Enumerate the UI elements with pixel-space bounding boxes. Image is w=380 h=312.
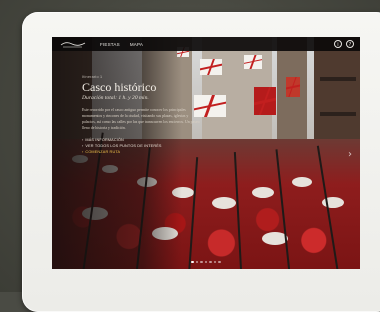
route-description: Este recorrido por el casco antiguo perm… — [82, 108, 200, 130]
start-route-link[interactable]: › Comenzar ruta — [82, 149, 202, 155]
arrow-right-icon: › — [82, 138, 84, 142]
info-icon[interactable]: i — [334, 40, 342, 48]
pagination-dot[interactable] — [213, 260, 217, 263]
chevron-right-icon[interactable]: › — [348, 149, 352, 160]
nav-item-mapa[interactable]: Mapa — [130, 42, 143, 47]
nav-item-fiestas[interactable]: Fiestas — [100, 42, 120, 47]
route-kicker: Itinerario 1 — [82, 75, 103, 79]
help-icon[interactable]: ? — [346, 40, 354, 48]
pagination-dot[interactable] — [218, 260, 221, 263]
pagination-dots — [52, 260, 360, 263]
route-info-panel: Itinerario 1 Casco histórico Duración to… — [82, 75, 202, 155]
pagination-dot[interactable] — [209, 260, 212, 263]
pagination-dot[interactable] — [204, 260, 208, 263]
pagination-dot[interactable] — [195, 260, 199, 263]
route-links: › Más información › Ver todos los puntos d… — [82, 137, 202, 155]
app-screen: Fiestas Mapa i ? Itinerario 1 Casco hist… — [52, 37, 360, 269]
pagination-dot[interactable] — [200, 260, 203, 263]
app-logo[interactable] — [60, 40, 86, 48]
arrow-right-icon: › — [82, 150, 84, 154]
page-title: Casco histórico — [82, 80, 157, 94]
top-bar: Fiestas Mapa i ? — [52, 37, 360, 51]
pagination-dot[interactable] — [191, 260, 194, 263]
route-duration: Duración total: 1 h. y 20 min. — [82, 95, 149, 101]
arrow-right-icon: › — [82, 144, 84, 148]
